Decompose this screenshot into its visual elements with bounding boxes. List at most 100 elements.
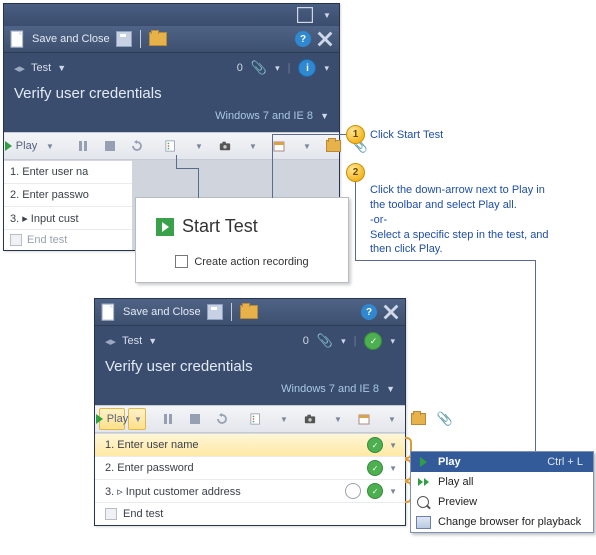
- end-test-icon: [10, 234, 22, 246]
- create-action-recording-checkbox[interactable]: Create action recording: [156, 255, 328, 268]
- play-toolbar: Play ▼ ▼ ▼ ▼ 📎: [4, 132, 339, 160]
- dropdown-icon[interactable]: ▼: [319, 7, 335, 23]
- save-icon[interactable]: [116, 31, 132, 47]
- connector-line: [355, 260, 535, 261]
- attachment-icon[interactable]: 📎: [317, 333, 333, 349]
- chevron-down-icon[interactable]: ▼: [386, 384, 395, 394]
- ribbon: Save and Close ?: [95, 299, 405, 326]
- open-folder-icon[interactable]: [240, 305, 258, 319]
- chevron-down-icon[interactable]: ▼: [320, 111, 329, 121]
- chevron-down-icon[interactable]: ▼: [389, 441, 397, 450]
- menu-label: Play all: [438, 476, 583, 488]
- callout-text: Click the down-arrow next to Play in the…: [370, 183, 555, 213]
- connector-line: [176, 168, 199, 169]
- callout-2: Click the down-arrow next to Play in the…: [370, 183, 555, 257]
- pause-button[interactable]: [71, 136, 95, 156]
- play-label: Play: [16, 140, 37, 152]
- step-label: 2. Enter password: [105, 462, 361, 474]
- start-test-icon: [156, 218, 174, 236]
- chevron-down-icon[interactable]: ▾: [390, 336, 395, 347]
- play-all-icon: [415, 474, 431, 490]
- test-title: Verify user credentials: [14, 85, 329, 102]
- close-icon[interactable]: [383, 304, 399, 320]
- document-icon: [10, 31, 26, 47]
- play-button[interactable]: Play: [99, 408, 125, 430]
- bug-button[interactable]: [352, 409, 376, 429]
- breadcrumb-test[interactable]: Test: [31, 62, 51, 74]
- maximize-icon[interactable]: [297, 7, 313, 23]
- chevron-down-icon[interactable]: ▼: [240, 136, 264, 156]
- step-label: 3. ▹ Input customer address: [105, 485, 339, 498]
- step-label: 1. Enter user name: [105, 439, 361, 451]
- nav-arrows-icon[interactable]: ◂▸: [105, 335, 116, 348]
- active-icon[interactable]: ▶: [345, 483, 361, 499]
- step-row[interactable]: 3. ▹ Input customer address ▶ ✓ ▼: [95, 480, 405, 503]
- menu-item-play-all[interactable]: Play all: [411, 472, 593, 492]
- folder-button[interactable]: [406, 409, 430, 429]
- step-row[interactable]: 2. Enter passwo: [4, 184, 132, 207]
- step-row[interactable]: 2. Enter password ✓ ▼: [95, 457, 405, 480]
- attachment-icon[interactable]: 📎: [251, 60, 267, 76]
- chevron-down-icon[interactable]: ▼: [57, 63, 66, 73]
- menu-item-play[interactable]: Play Ctrl + L: [411, 452, 593, 472]
- end-test-row[interactable]: End test: [95, 503, 405, 525]
- play-button[interactable]: Play: [8, 135, 34, 157]
- pass-status-icon[interactable]: ✓: [364, 332, 382, 350]
- help-icon[interactable]: ?: [361, 304, 377, 320]
- chevron-down-icon[interactable]: ▾: [324, 63, 329, 74]
- save-and-close-button[interactable]: Save and Close: [123, 306, 201, 318]
- undo-button[interactable]: [210, 409, 234, 429]
- chevron-down-icon[interactable]: ▼: [389, 487, 397, 496]
- menu-item-change-browser[interactable]: Change browser for playback: [411, 512, 593, 532]
- chevron-down-icon[interactable]: ▼: [186, 136, 210, 156]
- step-row[interactable]: 1. Enter user name ✓ ▼: [95, 434, 405, 457]
- chevron-down-icon[interactable]: ▼: [294, 136, 318, 156]
- start-test-button[interactable]: Start Test: [156, 216, 328, 237]
- bug-button[interactable]: [267, 136, 291, 156]
- save-icon[interactable]: [207, 304, 223, 320]
- screenshot-button[interactable]: [298, 409, 322, 429]
- test-title: Verify user credentials: [105, 358, 395, 375]
- chevron-down-icon[interactable]: ▼: [389, 464, 397, 473]
- stop-button[interactable]: [183, 409, 207, 429]
- stop-button[interactable]: [98, 136, 122, 156]
- chevron-down-icon[interactable]: ▾: [275, 63, 280, 74]
- configuration-label[interactable]: Windows 7 and IE 8: [281, 383, 379, 395]
- preview-icon: [415, 494, 431, 510]
- breadcrumb: ◂▸ Test ▼ 0 📎 ▾ | ✓ ▾: [105, 332, 395, 350]
- edit-steps-button[interactable]: [159, 136, 183, 156]
- play-dropdown[interactable]: ▼: [128, 408, 146, 430]
- folder-button[interactable]: [321, 136, 345, 156]
- pass-icon[interactable]: ✓: [367, 460, 383, 476]
- play-dropdown[interactable]: ▼: [37, 136, 61, 156]
- end-test-label: End test: [27, 234, 67, 246]
- pause-button[interactable]: [156, 409, 180, 429]
- step-row[interactable]: 1. Enter user na: [4, 161, 132, 184]
- chevron-down-icon[interactable]: ▼: [271, 409, 295, 429]
- pass-icon[interactable]: ✓: [367, 483, 383, 499]
- attachment-button[interactable]: 📎: [433, 409, 457, 429]
- save-and-close-button[interactable]: Save and Close: [32, 33, 110, 45]
- play-toolbar: Play ▼ ▼ ▼ ▼ 📎: [95, 405, 405, 433]
- close-icon[interactable]: [317, 31, 333, 47]
- nav-arrows-icon[interactable]: ◂▸: [14, 62, 25, 75]
- step-row[interactable]: 3. ▸ Input cust: [4, 207, 132, 230]
- play-label: Play: [107, 413, 128, 425]
- menu-label: Play: [438, 456, 540, 468]
- edit-steps-button[interactable]: [244, 409, 268, 429]
- screenshot-button[interactable]: [213, 136, 237, 156]
- help-icon[interactable]: ?: [295, 31, 311, 47]
- open-folder-icon[interactable]: [149, 32, 167, 46]
- chevron-down-icon[interactable]: ▼: [379, 409, 403, 429]
- breadcrumb-test[interactable]: Test: [122, 335, 142, 347]
- chevron-down-icon[interactable]: ▼: [148, 336, 157, 346]
- end-test-row[interactable]: End test: [4, 230, 132, 250]
- undo-button[interactable]: [125, 136, 149, 156]
- chevron-down-icon[interactable]: ▼: [325, 409, 349, 429]
- pass-icon[interactable]: ✓: [367, 437, 383, 453]
- menu-item-preview[interactable]: Preview: [411, 492, 593, 512]
- start-test-popup: Start Test Create action recording: [135, 197, 349, 283]
- configuration-label[interactable]: Windows 7 and IE 8: [215, 110, 313, 122]
- info-status-icon[interactable]: i: [298, 59, 316, 77]
- chevron-down-icon[interactable]: ▾: [341, 336, 346, 347]
